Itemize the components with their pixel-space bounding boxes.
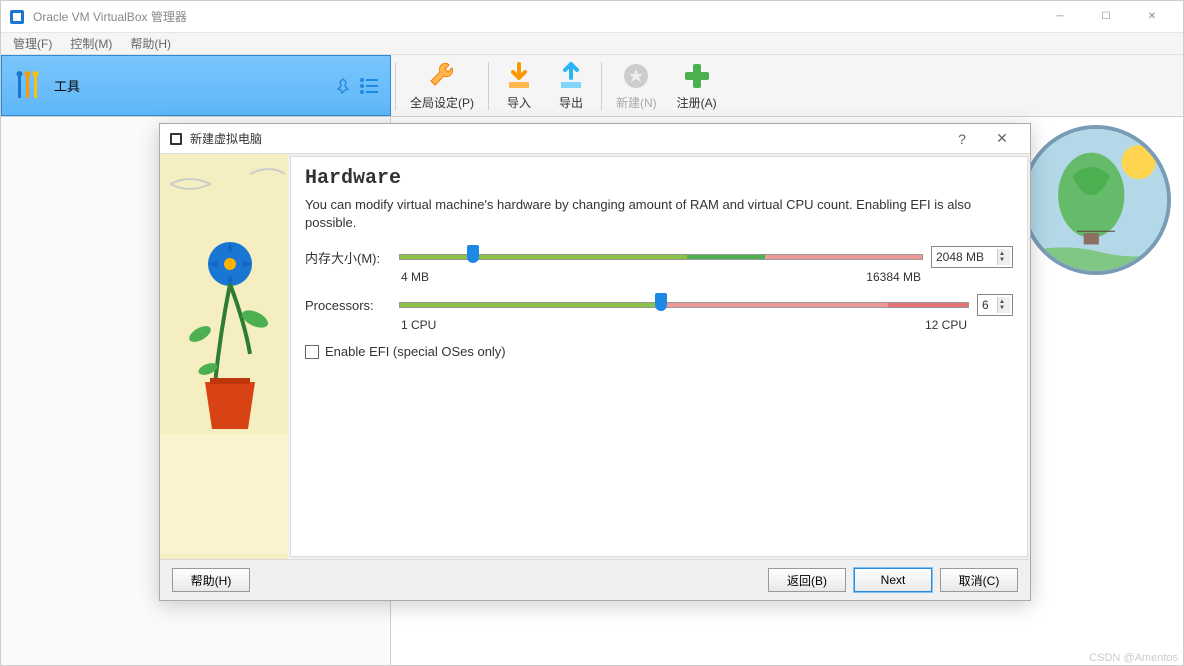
help-button[interactable]: 帮助(H): [172, 568, 250, 592]
close-button[interactable]: ✕: [1129, 1, 1175, 33]
menu-control[interactable]: 控制(M): [62, 33, 120, 54]
tools-label: 工具: [54, 76, 324, 95]
tools-icon: [12, 70, 44, 102]
processors-label: Processors:: [305, 298, 391, 313]
memory-spinbox[interactable]: 2048 MB▲▼: [931, 246, 1013, 268]
memory-min-label: 4 MB: [401, 270, 429, 284]
memory-slider-handle[interactable]: [467, 245, 479, 263]
processors-slider-handle[interactable]: [655, 293, 667, 311]
tools-button[interactable]: 工具: [1, 55, 391, 116]
list-icon[interactable]: [358, 75, 380, 97]
dialog-description: You can modify virtual machine's hardwar…: [305, 196, 1013, 232]
menubar: 管理(F) 控制(M) 帮助(H): [1, 33, 1183, 55]
export-icon: [555, 60, 587, 92]
dialog-sidebar-illustration: [160, 154, 288, 559]
memory-max-label: 16384 MB: [866, 270, 921, 284]
efi-checkbox[interactable]: [305, 345, 319, 359]
add-icon: [681, 60, 713, 92]
efi-label: Enable EFI (special OSes only): [325, 344, 506, 359]
virtualbox-icon: [168, 131, 184, 147]
import-icon: [503, 60, 535, 92]
dialog-help-button[interactable]: ?: [942, 124, 982, 154]
memory-slider[interactable]: [399, 254, 923, 260]
new-icon: [620, 60, 652, 92]
dialog-title: 新建虚拟电脑: [190, 130, 942, 147]
balloon-illustration: [1021, 125, 1171, 275]
dialog-titlebar: 新建虚拟电脑 ? ✕: [160, 124, 1030, 154]
processors-max-label: 12 CPU: [925, 318, 967, 332]
window-title: Oracle VM VirtualBox 管理器: [33, 8, 1037, 25]
toolbar-global-settings[interactable]: 全局设定(P): [400, 55, 484, 116]
toolbar-register[interactable]: 注册(A): [667, 55, 727, 116]
watermark: CSDN @Amentos: [1089, 652, 1178, 664]
toolbar-export[interactable]: 导出: [545, 55, 597, 116]
processors-spinbox[interactable]: 6▲▼: [977, 294, 1013, 316]
wrench-icon: [426, 60, 458, 92]
toolbar-import[interactable]: 导入: [493, 55, 545, 116]
processors-slider[interactable]: [399, 302, 969, 308]
dialog-heading: Hardware: [305, 167, 1013, 190]
maximize-button[interactable]: ☐: [1083, 1, 1129, 33]
memory-label: 内存大小(M):: [305, 248, 391, 267]
dialog-close-button[interactable]: ✕: [982, 124, 1022, 154]
virtualbox-icon: [9, 9, 25, 25]
pin-icon[interactable]: [334, 77, 352, 95]
main-titlebar: Oracle VM VirtualBox 管理器 ─ ☐ ✕: [1, 1, 1183, 33]
toolbar-new: 新建(N): [606, 55, 667, 116]
processors-min-label: 1 CPU: [401, 318, 436, 332]
back-button[interactable]: 返回(B): [768, 568, 846, 592]
next-button[interactable]: Next: [854, 568, 932, 592]
menu-help[interactable]: 帮助(H): [122, 33, 179, 54]
menu-file[interactable]: 管理(F): [5, 33, 60, 54]
minimize-button[interactable]: ─: [1037, 1, 1083, 33]
new-vm-dialog: 新建虚拟电脑 ? ✕ Hardware: [159, 123, 1031, 601]
cancel-button[interactable]: 取消(C): [940, 568, 1018, 592]
